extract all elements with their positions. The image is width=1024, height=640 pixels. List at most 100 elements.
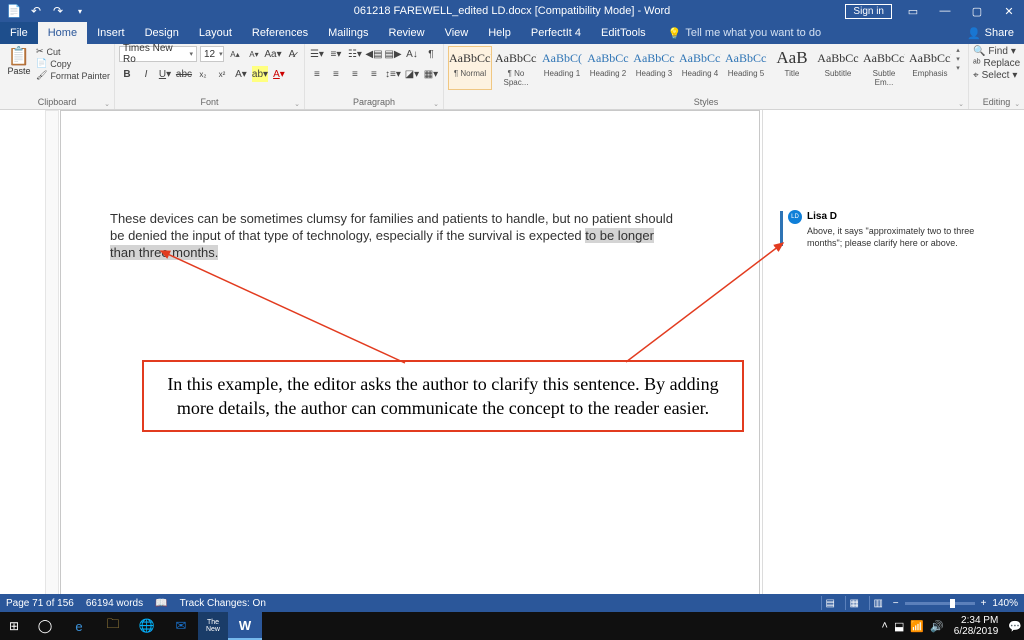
tab-edittools[interactable]: EditTools bbox=[591, 22, 656, 44]
styles-gallery-more[interactable]: ▴▾▾ bbox=[952, 46, 964, 72]
grow-font-button[interactable]: A▴ bbox=[227, 46, 243, 62]
start-button[interactable]: ⊞ bbox=[0, 612, 28, 640]
style-heading-5[interactable]: AaBbCcIHeading 5 bbox=[724, 46, 768, 90]
tab-references[interactable]: References bbox=[242, 22, 318, 44]
font-size-combo[interactable]: 12▾ bbox=[200, 46, 224, 62]
status-page[interactable]: Page 71 of 156 bbox=[6, 598, 74, 609]
maximize-icon[interactable]: ▢ bbox=[962, 0, 992, 22]
share-button[interactable]: 👤Share bbox=[957, 22, 1024, 44]
tab-insert[interactable]: Insert bbox=[87, 22, 135, 44]
copy-button[interactable]: 📄Copy bbox=[36, 58, 110, 69]
tab-review[interactable]: Review bbox=[379, 22, 435, 44]
select-button[interactable]: ⌖Select▾ bbox=[973, 70, 1017, 81]
zoom-in-button[interactable]: + bbox=[981, 598, 987, 609]
style-heading-3[interactable]: AaBbCcHeading 3 bbox=[632, 46, 676, 90]
redo-icon[interactable]: ↷ bbox=[48, 1, 68, 21]
bold-button[interactable]: B bbox=[119, 66, 135, 82]
qat-more-icon[interactable]: ▾ bbox=[70, 1, 90, 21]
align-left-button[interactable]: ≡ bbox=[309, 66, 325, 82]
app-icon[interactable]: TheNew bbox=[198, 612, 228, 640]
tray-dropbox-icon[interactable]: ⬓ bbox=[894, 620, 904, 633]
underline-button[interactable]: U▾ bbox=[157, 66, 173, 82]
cut-button[interactable]: ✂Cut bbox=[36, 46, 110, 57]
align-center-button[interactable]: ≡ bbox=[328, 66, 344, 82]
style-heading-4[interactable]: AaBbCcIHeading 4 bbox=[678, 46, 722, 90]
italic-button[interactable]: I bbox=[138, 66, 154, 82]
change-case-button[interactable]: Aa▾ bbox=[265, 46, 281, 62]
font-name-combo[interactable]: Times New Ro▾ bbox=[119, 46, 197, 62]
find-button[interactable]: 🔍Find▾ bbox=[973, 46, 1016, 57]
tab-view[interactable]: View bbox=[435, 22, 479, 44]
tray-up-icon[interactable]: ˄ bbox=[882, 620, 888, 632]
document-workspace[interactable]: These devices can be sometimes clumsy fo… bbox=[0, 110, 1024, 594]
borders-button[interactable]: ▦▾ bbox=[423, 66, 439, 82]
view-read-icon[interactable]: ▤ bbox=[821, 596, 839, 610]
ribbon-display-icon[interactable]: ▭ bbox=[898, 0, 928, 22]
highlight-button[interactable]: ab▾ bbox=[252, 66, 268, 82]
style-emphasis[interactable]: AaBbCcDEmphasis bbox=[908, 46, 952, 90]
word-icon[interactable]: W bbox=[228, 612, 262, 640]
style-subtitle[interactable]: AaBbCcSubtitle bbox=[816, 46, 860, 90]
paste-button[interactable]: 📋 Paste bbox=[4, 46, 34, 76]
format-painter-button[interactable]: 🖌Format Painter bbox=[36, 70, 110, 81]
font-color-button[interactable]: A▾ bbox=[271, 66, 287, 82]
cortana-icon[interactable]: ◯ bbox=[28, 612, 62, 640]
strikethrough-button[interactable]: abc bbox=[176, 66, 192, 82]
line-spacing-button[interactable]: ↕≡▾ bbox=[385, 66, 401, 82]
tab-help[interactable]: Help bbox=[478, 22, 521, 44]
tab-design[interactable]: Design bbox=[135, 22, 189, 44]
shrink-font-button[interactable]: A▾ bbox=[246, 46, 262, 62]
justify-button[interactable]: ≡ bbox=[366, 66, 382, 82]
undo-icon[interactable]: ↶ bbox=[26, 1, 46, 21]
decrease-indent-button[interactable]: ◀▤ bbox=[366, 46, 382, 62]
style---no-spac---[interactable]: AaBbCcI¶ No Spac... bbox=[494, 46, 538, 90]
tray-wifi-icon[interactable]: 📶 bbox=[910, 620, 924, 633]
sort-button[interactable]: A↓ bbox=[404, 46, 420, 62]
close-icon[interactable]: ✕ bbox=[994, 0, 1024, 22]
bullets-button[interactable]: ☰▾ bbox=[309, 46, 325, 62]
taskbar-clock[interactable]: 2:34 PM6/28/2019 bbox=[950, 615, 1003, 637]
sign-in-button[interactable]: Sign in bbox=[845, 4, 892, 19]
vertical-ruler[interactable] bbox=[45, 110, 59, 594]
status-proofing-icon[interactable]: 📖 bbox=[155, 598, 167, 609]
status-track-changes[interactable]: Track Changes: On bbox=[180, 598, 266, 609]
file-explorer-icon[interactable]: 🗀 bbox=[96, 612, 130, 640]
subscript-button[interactable]: x₂ bbox=[195, 66, 211, 82]
chrome-icon[interactable]: 🌐 bbox=[130, 612, 164, 640]
style-heading-2[interactable]: AaBbCcHeading 2 bbox=[586, 46, 630, 90]
tab-mailings[interactable]: Mailings bbox=[318, 22, 378, 44]
style-subtle-em---[interactable]: AaBbCcDSubtle Em... bbox=[862, 46, 906, 90]
tell-me-search[interactable]: 💡Tell me what you want to do bbox=[656, 22, 821, 44]
style---normal[interactable]: AaBbCcI¶ Normal bbox=[448, 46, 492, 90]
align-right-button[interactable]: ≡ bbox=[347, 66, 363, 82]
replace-button[interactable]: ᵃᵇReplace bbox=[973, 58, 1020, 69]
tray-notifications-icon[interactable]: 💬 bbox=[1008, 620, 1022, 633]
tray-volume-icon[interactable]: 🔊 bbox=[930, 620, 944, 633]
document-page[interactable] bbox=[60, 110, 760, 594]
tab-perfectit[interactable]: PerfectIt 4 bbox=[521, 22, 591, 44]
style-heading-1[interactable]: AaBbC(Heading 1 bbox=[540, 46, 584, 90]
zoom-slider[interactable] bbox=[905, 602, 975, 605]
style-title[interactable]: AaBTitle bbox=[770, 46, 814, 90]
zoom-out-button[interactable]: − bbox=[893, 598, 899, 609]
document-paragraph[interactable]: These devices can be sometimes clumsy fo… bbox=[110, 210, 722, 261]
view-web-icon[interactable]: ▥ bbox=[869, 596, 887, 610]
minimize-icon[interactable]: — bbox=[930, 0, 960, 22]
edge-icon[interactable]: e bbox=[62, 612, 96, 640]
increase-indent-button[interactable]: ▤▶ bbox=[385, 46, 401, 62]
tab-file[interactable]: File bbox=[0, 22, 38, 44]
zoom-level[interactable]: 140% bbox=[992, 598, 1018, 609]
tab-layout[interactable]: Layout bbox=[189, 22, 242, 44]
view-print-icon[interactable]: ▦ bbox=[845, 596, 863, 610]
highlighted-text[interactable]: than three months. bbox=[110, 245, 218, 260]
text-effects-button[interactable]: A▾ bbox=[233, 66, 249, 82]
shading-button[interactable]: ◪▾ bbox=[404, 66, 420, 82]
multilevel-button[interactable]: ☷▾ bbox=[347, 46, 363, 62]
outlook-icon[interactable]: ✉ bbox=[164, 612, 198, 640]
comment-bubble[interactable]: LD Lisa D Above, it says "approximately … bbox=[788, 210, 978, 249]
numbering-button[interactable]: ≡▾ bbox=[328, 46, 344, 62]
clear-formatting-button[interactable]: A̷ bbox=[284, 46, 300, 62]
comment-text[interactable]: Above, it says "approximately two to thr… bbox=[788, 225, 978, 249]
status-words[interactable]: 66194 words bbox=[86, 598, 143, 609]
comment-indicator[interactable] bbox=[780, 211, 783, 246]
